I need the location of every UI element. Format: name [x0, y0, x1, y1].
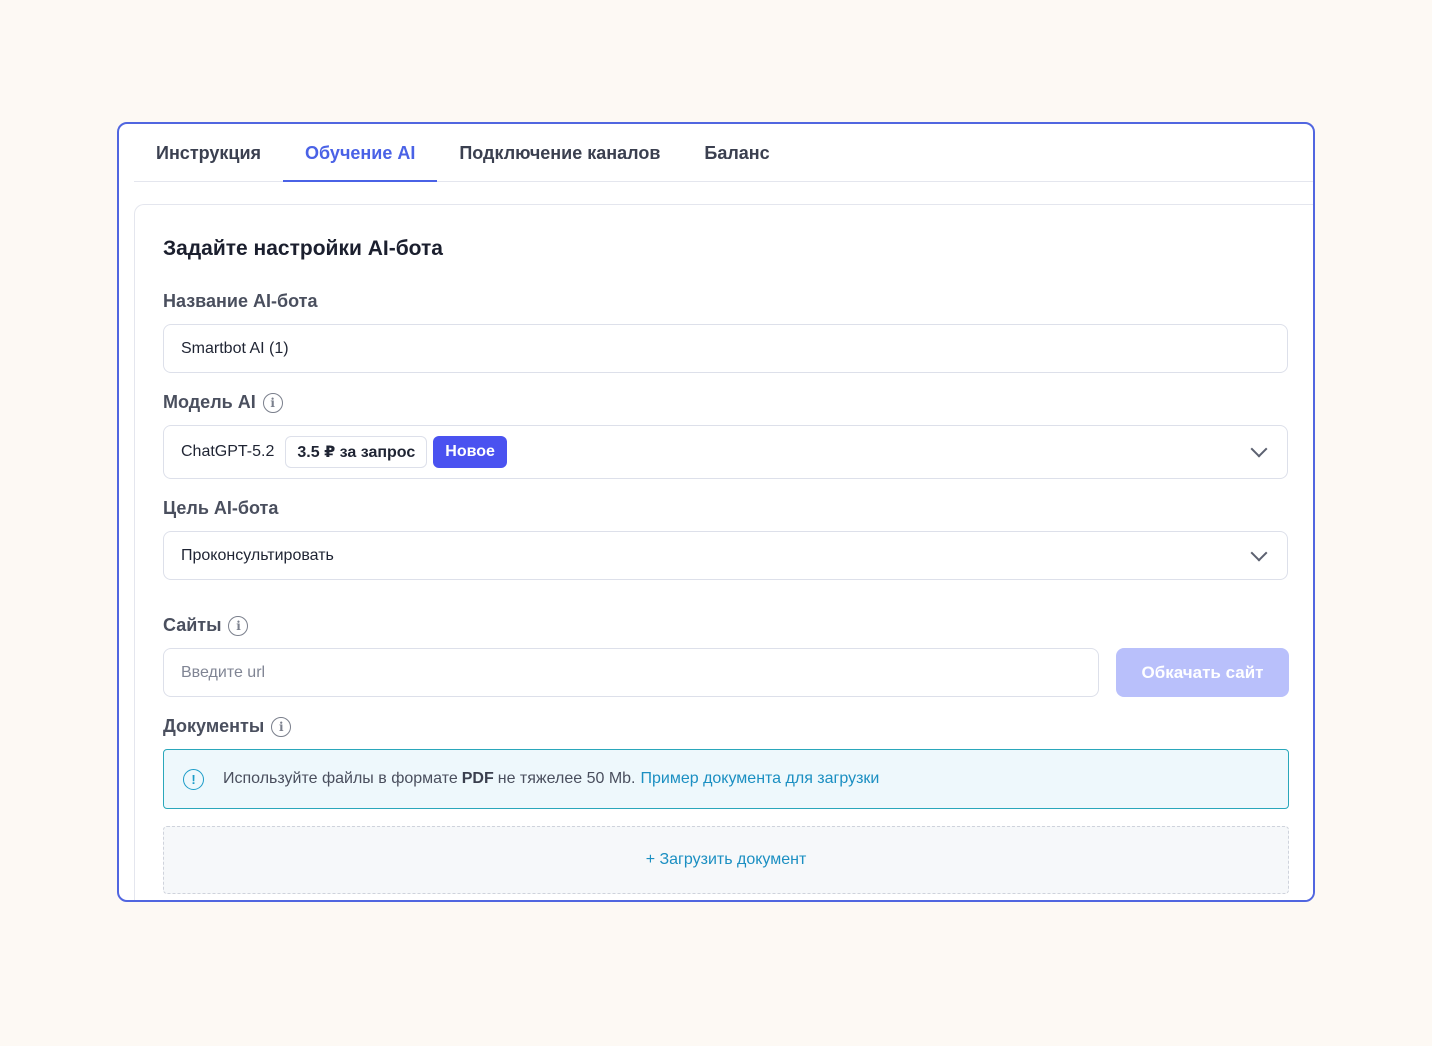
goal-value: Проконсультировать: [181, 546, 334, 564]
tab-bar: Инструкция Обучение AI Подключение канал…: [134, 124, 1313, 182]
notice-prefix: Используйте файлы в формате: [223, 770, 458, 787]
site-url-input[interactable]: [163, 648, 1099, 697]
info-circle-icon[interactable]: i: [228, 615, 249, 636]
goal-label: Цель AI-бота: [163, 498, 278, 519]
file-format-notice: ! Используйте файлы в формате PDF не тяж…: [163, 749, 1289, 809]
crawl-site-button[interactable]: Обкачать сайт: [1116, 648, 1289, 697]
goal-label-text: Цель AI-бота: [163, 498, 279, 518]
bot-name-label-text: Название AI-бота: [163, 291, 318, 311]
upload-document-label: + Загрузить документ: [645, 851, 807, 868]
sample-document-link[interactable]: Пример документа для загрузки: [640, 770, 879, 788]
model-value: ChatGPT-5.2: [181, 443, 275, 460]
documents-label: Документы i: [163, 716, 292, 737]
notice-format: PDF: [461, 770, 494, 787]
sites-label-text: Сайты: [163, 615, 222, 635]
model-select[interactable]: ChatGPT-5.2 3.5 ₽ за запрос Новое: [163, 425, 1288, 479]
model-label-text: Модель AI: [163, 392, 256, 412]
bot-settings-card: Задайте настройки AI-бота Название AI-бо…: [134, 204, 1313, 900]
bot-name-input[interactable]: Smartbot AI (1): [163, 324, 1288, 373]
price-badge: 3.5 ₽ за запрос: [285, 436, 428, 468]
bot-name-value: Smartbot AI (1): [181, 339, 289, 357]
goal-select[interactable]: Проконсультировать: [163, 531, 1288, 580]
tab-balance[interactable]: Баланс: [682, 125, 791, 182]
chevron-down-icon[interactable]: [1250, 544, 1268, 561]
new-badge: Новое: [433, 436, 507, 468]
settings-panel: Инструкция Обучение AI Подключение канал…: [117, 122, 1315, 902]
tab-channel-connection[interactable]: Подключение каналов: [437, 125, 682, 182]
sites-label: Сайты i: [163, 615, 249, 636]
card-title: Задайте настройки AI-бота: [163, 237, 443, 260]
bot-name-label: Название AI-бота: [163, 291, 317, 312]
info-circle-icon[interactable]: i: [262, 392, 283, 413]
upload-document-dropzone[interactable]: + Загрузить документ: [163, 826, 1289, 894]
chevron-down-icon[interactable]: [1250, 440, 1268, 458]
model-label: Модель AI i: [163, 392, 283, 413]
tab-ai-training[interactable]: Обучение AI: [283, 125, 438, 182]
tab-instruction[interactable]: Инструкция: [134, 125, 283, 182]
notice-suffix: не тяжелее 50 Mb.: [497, 770, 636, 787]
info-circle-icon[interactable]: i: [271, 716, 292, 737]
documents-label-text: Документы: [163, 716, 265, 736]
exclamation-circle-icon: !: [183, 768, 204, 790]
